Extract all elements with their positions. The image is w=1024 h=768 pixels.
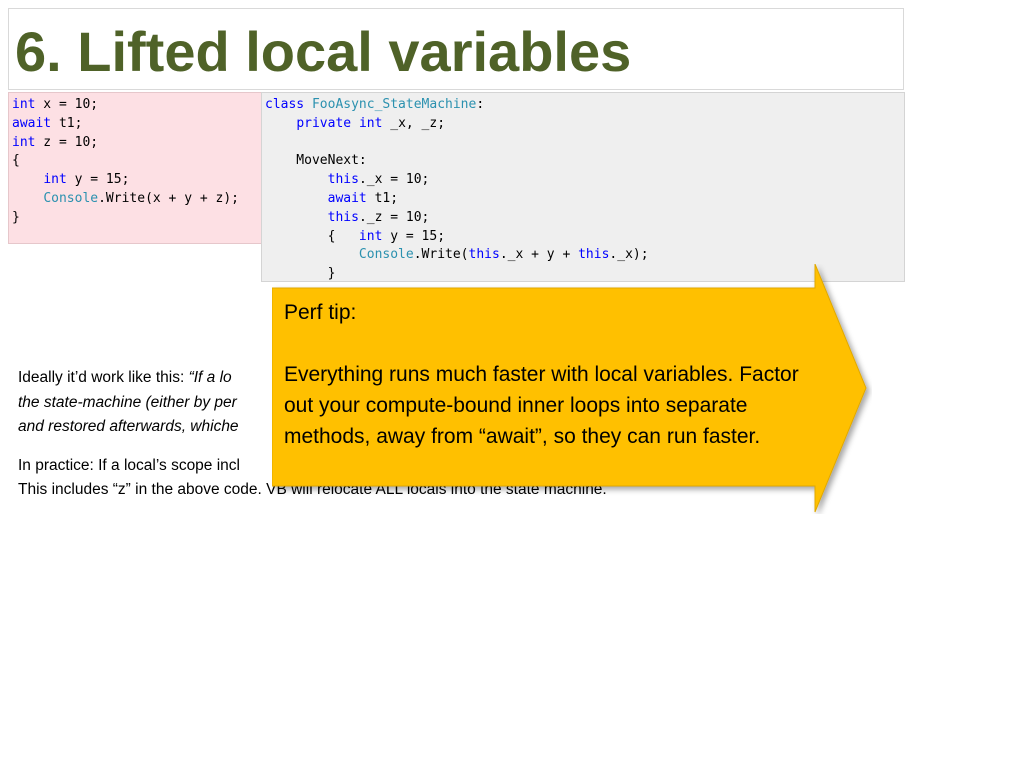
callout-text: Perf tip: Everything runs much faster wi… [284,297,814,452]
code-keyword: int [12,134,36,150]
code-text: } [12,209,20,225]
code-left-line: } [12,209,259,228]
slide-title: 6. Lifted local variables [15,20,632,83]
code-text: : [476,97,485,112]
code-text: t1; [51,115,83,131]
code-keyword: int [358,115,383,131]
code-text: ._x + y + [499,247,579,263]
title-box: 6. Lifted local variables [8,8,904,90]
code-type-name: FooAsync_StateMachine [311,97,477,112]
code-right-line: private int _x, _z; [265,115,901,134]
code-keyword: this [578,247,610,263]
code-keyword: this [327,172,359,188]
text-run: In practice: If a local’s scope incl [18,456,240,474]
code-keyword: int [358,228,383,244]
code-text: y = 15; [66,172,130,188]
code-keyword: private [296,115,352,131]
italic-text-run: “If a lo [188,369,232,386]
code-block-state-machine: class FooAsync_StateMachine: private int… [261,92,905,282]
code-text: { [265,228,359,244]
code-keyword: await [327,190,367,206]
code-text: _x, _z; [382,115,446,131]
code-keyword: int [12,97,36,112]
code-type-name: Console [43,190,99,206]
code-left-line: int z = 10; [12,134,259,153]
text-run: Ideally it’d work like this: [18,369,189,386]
code-text: { [12,153,20,169]
italic-text-run: the state-machine (either by per [18,393,237,411]
code-right-line: MoveNext: [265,152,901,171]
callout-body: Everything runs much faster with local v… [284,363,799,448]
code-keyword: this [468,247,500,263]
code-text: ._x); [609,247,649,263]
code-left-line: int y = 15; [12,171,259,190]
code-right-line: this._z = 10; [265,209,901,228]
code-text: MoveNext: [265,153,367,169]
code-text: .Write( [413,247,469,263]
code-keyword: await [12,115,52,131]
code-right-line [265,134,901,153]
code-left-line: { [12,152,259,171]
code-text: y = 15; [382,228,446,244]
code-keyword: this [327,209,359,225]
code-left-line: Console.Write(x + y + z); [12,190,259,209]
perf-tip-callout: Perf tip: Everything runs much faster wi… [272,264,872,514]
code-right-line: { int y = 15; [265,228,901,247]
code-text: t1; [366,190,399,206]
code-keyword: class [265,97,305,112]
code-right-line: await t1; [265,190,901,209]
code-right-line: class FooAsync_StateMachine: [265,96,901,115]
code-text: x = 10; [35,97,99,112]
code-text: .Write(x + y + z); [98,190,239,206]
code-right-line: this._x = 10; [265,171,901,190]
code-text: z = 10; [35,134,99,150]
code-right-line: Console.Write(this._x + y + this._x); [265,246,901,265]
italic-text-run: and restored afterwards, whiche [18,418,239,435]
code-type-name: Console [358,247,414,263]
code-left-line: await t1; [12,115,259,134]
code-keyword: int [43,172,67,188]
callout-heading: Perf tip: [284,301,357,324]
code-text: ._z = 10; [358,209,430,225]
code-block-source: int x = 10; await t1; int z = 10;{ int y =… [8,92,263,244]
code-text: ._x = 10; [358,172,430,188]
code-left-line: int x = 10; [12,96,259,115]
